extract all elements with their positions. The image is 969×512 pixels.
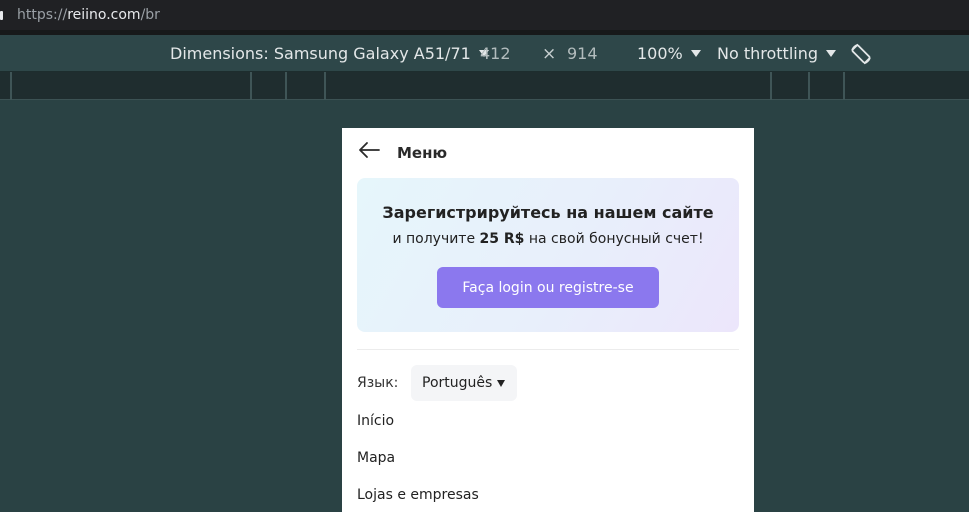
throttling-value: No throttling xyxy=(717,44,819,63)
chevron-down-icon xyxy=(690,50,701,57)
media-query-bar xyxy=(0,72,969,100)
width-input[interactable]: 412 xyxy=(480,35,511,72)
ruler-tick xyxy=(285,72,287,100)
device-toolbar: Dimensions: Samsung Galaxy A51/71 412 × … xyxy=(0,35,969,72)
language-selected: Português xyxy=(422,375,493,391)
device-select[interactable]: Dimensions: Samsung Galaxy A51/71 xyxy=(170,35,489,72)
menu-title: Меню xyxy=(397,144,448,162)
ruler-tick xyxy=(808,72,810,100)
promo-title: Зарегистрируйтесь на нашем сайте xyxy=(382,203,714,222)
chevron-down-icon xyxy=(497,379,506,387)
language-select[interactable]: Português xyxy=(411,365,517,401)
url-scheme: https:// xyxy=(17,7,68,23)
rotate-icon[interactable] xyxy=(848,35,874,72)
ruler-tick xyxy=(250,72,252,100)
zoom-select[interactable]: 100% xyxy=(637,35,701,72)
throttling-select[interactable]: No throttling xyxy=(717,35,837,72)
ruler-tick xyxy=(10,72,12,100)
promo-bonus-amount: 25 R$ xyxy=(479,231,525,247)
url-bar[interactable]: https://reiino.com/br xyxy=(0,0,969,30)
arrow-left-icon xyxy=(358,141,380,163)
zoom-value: 100% xyxy=(637,44,683,63)
back-button[interactable] xyxy=(358,142,380,162)
ruler-tick xyxy=(843,72,845,100)
promo-sub-before: и получите xyxy=(392,231,480,247)
nav-link-lojas[interactable]: Lojas e empresas xyxy=(357,487,479,503)
device-dimensions-label: Dimensions: Samsung Galaxy A51/71 xyxy=(170,44,471,63)
height-input[interactable]: 914 xyxy=(567,35,598,72)
register-promo-card: Зарегистрируйтесь на нашем сайте и получ… xyxy=(357,178,739,332)
url-host: reiino.com xyxy=(67,7,141,23)
times-sign: × xyxy=(542,43,557,64)
url-path: /br xyxy=(140,7,160,23)
nav-link-inicio[interactable]: Início xyxy=(357,413,394,429)
ruler-tick xyxy=(324,72,326,100)
ruler-tick xyxy=(770,72,772,100)
nav-link-mapa[interactable]: Mapa xyxy=(357,450,395,466)
divider xyxy=(357,349,739,350)
login-register-button[interactable]: Faça login ou registre-se xyxy=(437,267,659,308)
promo-subtitle: и получите 25 R$ на свой бонусный счет! xyxy=(357,231,739,247)
language-label: Язык: xyxy=(357,375,399,391)
promo-sub-after: на свой бонусный счет! xyxy=(524,231,704,247)
tab-edge xyxy=(0,11,3,20)
device-viewport: Меню Зарегистрируйтесь на нашем сайте и … xyxy=(342,128,754,512)
chevron-down-icon xyxy=(826,50,837,57)
